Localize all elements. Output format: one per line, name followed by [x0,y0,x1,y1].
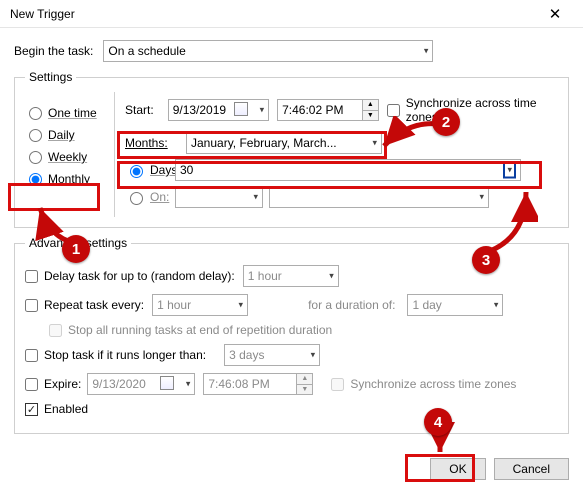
on-week-dropdown[interactable]: ▾ [175,186,263,208]
calendar-icon [234,102,248,116]
repeat-interval-dropdown[interactable]: 1 hour ▾ [152,294,248,316]
chevron-down-icon: ▾ [186,379,191,390]
radio-onetime[interactable]: One time [27,106,108,120]
check-icon: ✓ [25,403,38,416]
expire-date-field[interactable]: 9/13/2020 ▾ [87,373,195,395]
begin-task-label: Begin the task: [14,44,93,58]
calendar-icon [160,376,174,390]
repeat-checkbox[interactable]: Repeat task every: [25,298,144,312]
radio-on[interactable]: On: [125,189,175,205]
chevron-down-icon: ▾ [494,300,499,311]
advanced-group: Advanced settings Delay task for up to (… [14,236,569,434]
chevron-down-icon: ▾ [424,46,429,57]
chevron-down-icon: ▾ [253,192,258,203]
time-spinner[interactable]: ▲▼ [362,100,378,120]
repeat-duration-label: for a duration of: [308,298,395,312]
radio-weekly[interactable]: Weekly [27,150,108,164]
delay-dropdown[interactable]: 1 hour ▾ [243,265,339,287]
schedule-type-list: One time Daily Weekly Monthly [25,92,115,217]
on-day-dropdown[interactable]: ▾ [269,186,489,208]
settings-legend: Settings [25,70,76,84]
cancel-button[interactable]: Cancel [494,458,569,480]
months-dropdown[interactable]: January, February, March... ▾ [186,132,382,154]
start-date-field[interactable]: 9/13/2019 ▾ [168,99,269,121]
time-spinner[interactable]: ▲▼ [296,374,312,394]
stop-if-longer-checkbox[interactable]: Stop task if it runs longer than: [25,348,206,362]
ok-button[interactable]: OK [430,458,485,480]
chevron-down-icon: ▾ [239,300,244,311]
stop-if-dropdown[interactable]: 3 days ▾ [224,344,320,366]
chevron-down-icon: ▾ [311,350,316,361]
radio-monthly[interactable]: Monthly [27,172,108,186]
radio-days[interactable]: Days: [125,162,175,178]
close-icon[interactable]: ✕ [535,5,575,23]
months-label: Months: [125,136,180,150]
radio-daily[interactable]: Daily [27,128,108,142]
chevron-down-icon: ▾ [479,192,484,203]
advanced-legend: Advanced settings [25,236,131,250]
stop-all-checkbox[interactable]: Stop all running tasks at end of repetit… [49,323,332,337]
expire-checkbox[interactable]: Expire: [25,377,81,391]
chevron-down-icon: ▾ [260,105,265,116]
chevron-down-icon: ▾ [372,138,377,149]
delay-checkbox[interactable]: Delay task for up to (random delay): [25,269,235,283]
start-time-field[interactable]: 7:46:02 PM ▲▼ [277,99,379,121]
begin-task-value: On a schedule [108,44,185,58]
sync-timezones-checkbox[interactable]: Synchronize across time zones [387,96,554,124]
window-title: New Trigger [10,7,75,21]
start-label: Start: [125,103,154,117]
settings-group: Settings One time Daily Weekly Monthly S… [14,70,569,228]
expire-time-field[interactable]: 7:46:08 PM ▲▼ [203,373,313,395]
enabled-checkbox[interactable]: ✓ Enabled [25,402,88,416]
repeat-duration-dropdown[interactable]: 1 day ▾ [407,294,503,316]
chevron-down-icon: ▾ [503,162,516,179]
begin-task-dropdown[interactable]: On a schedule ▾ [103,40,433,62]
chevron-down-icon: ▾ [329,271,334,282]
expire-sync-checkbox[interactable]: Synchronize across time zones [331,377,516,391]
days-dropdown[interactable]: 30 ▾ [175,159,521,181]
